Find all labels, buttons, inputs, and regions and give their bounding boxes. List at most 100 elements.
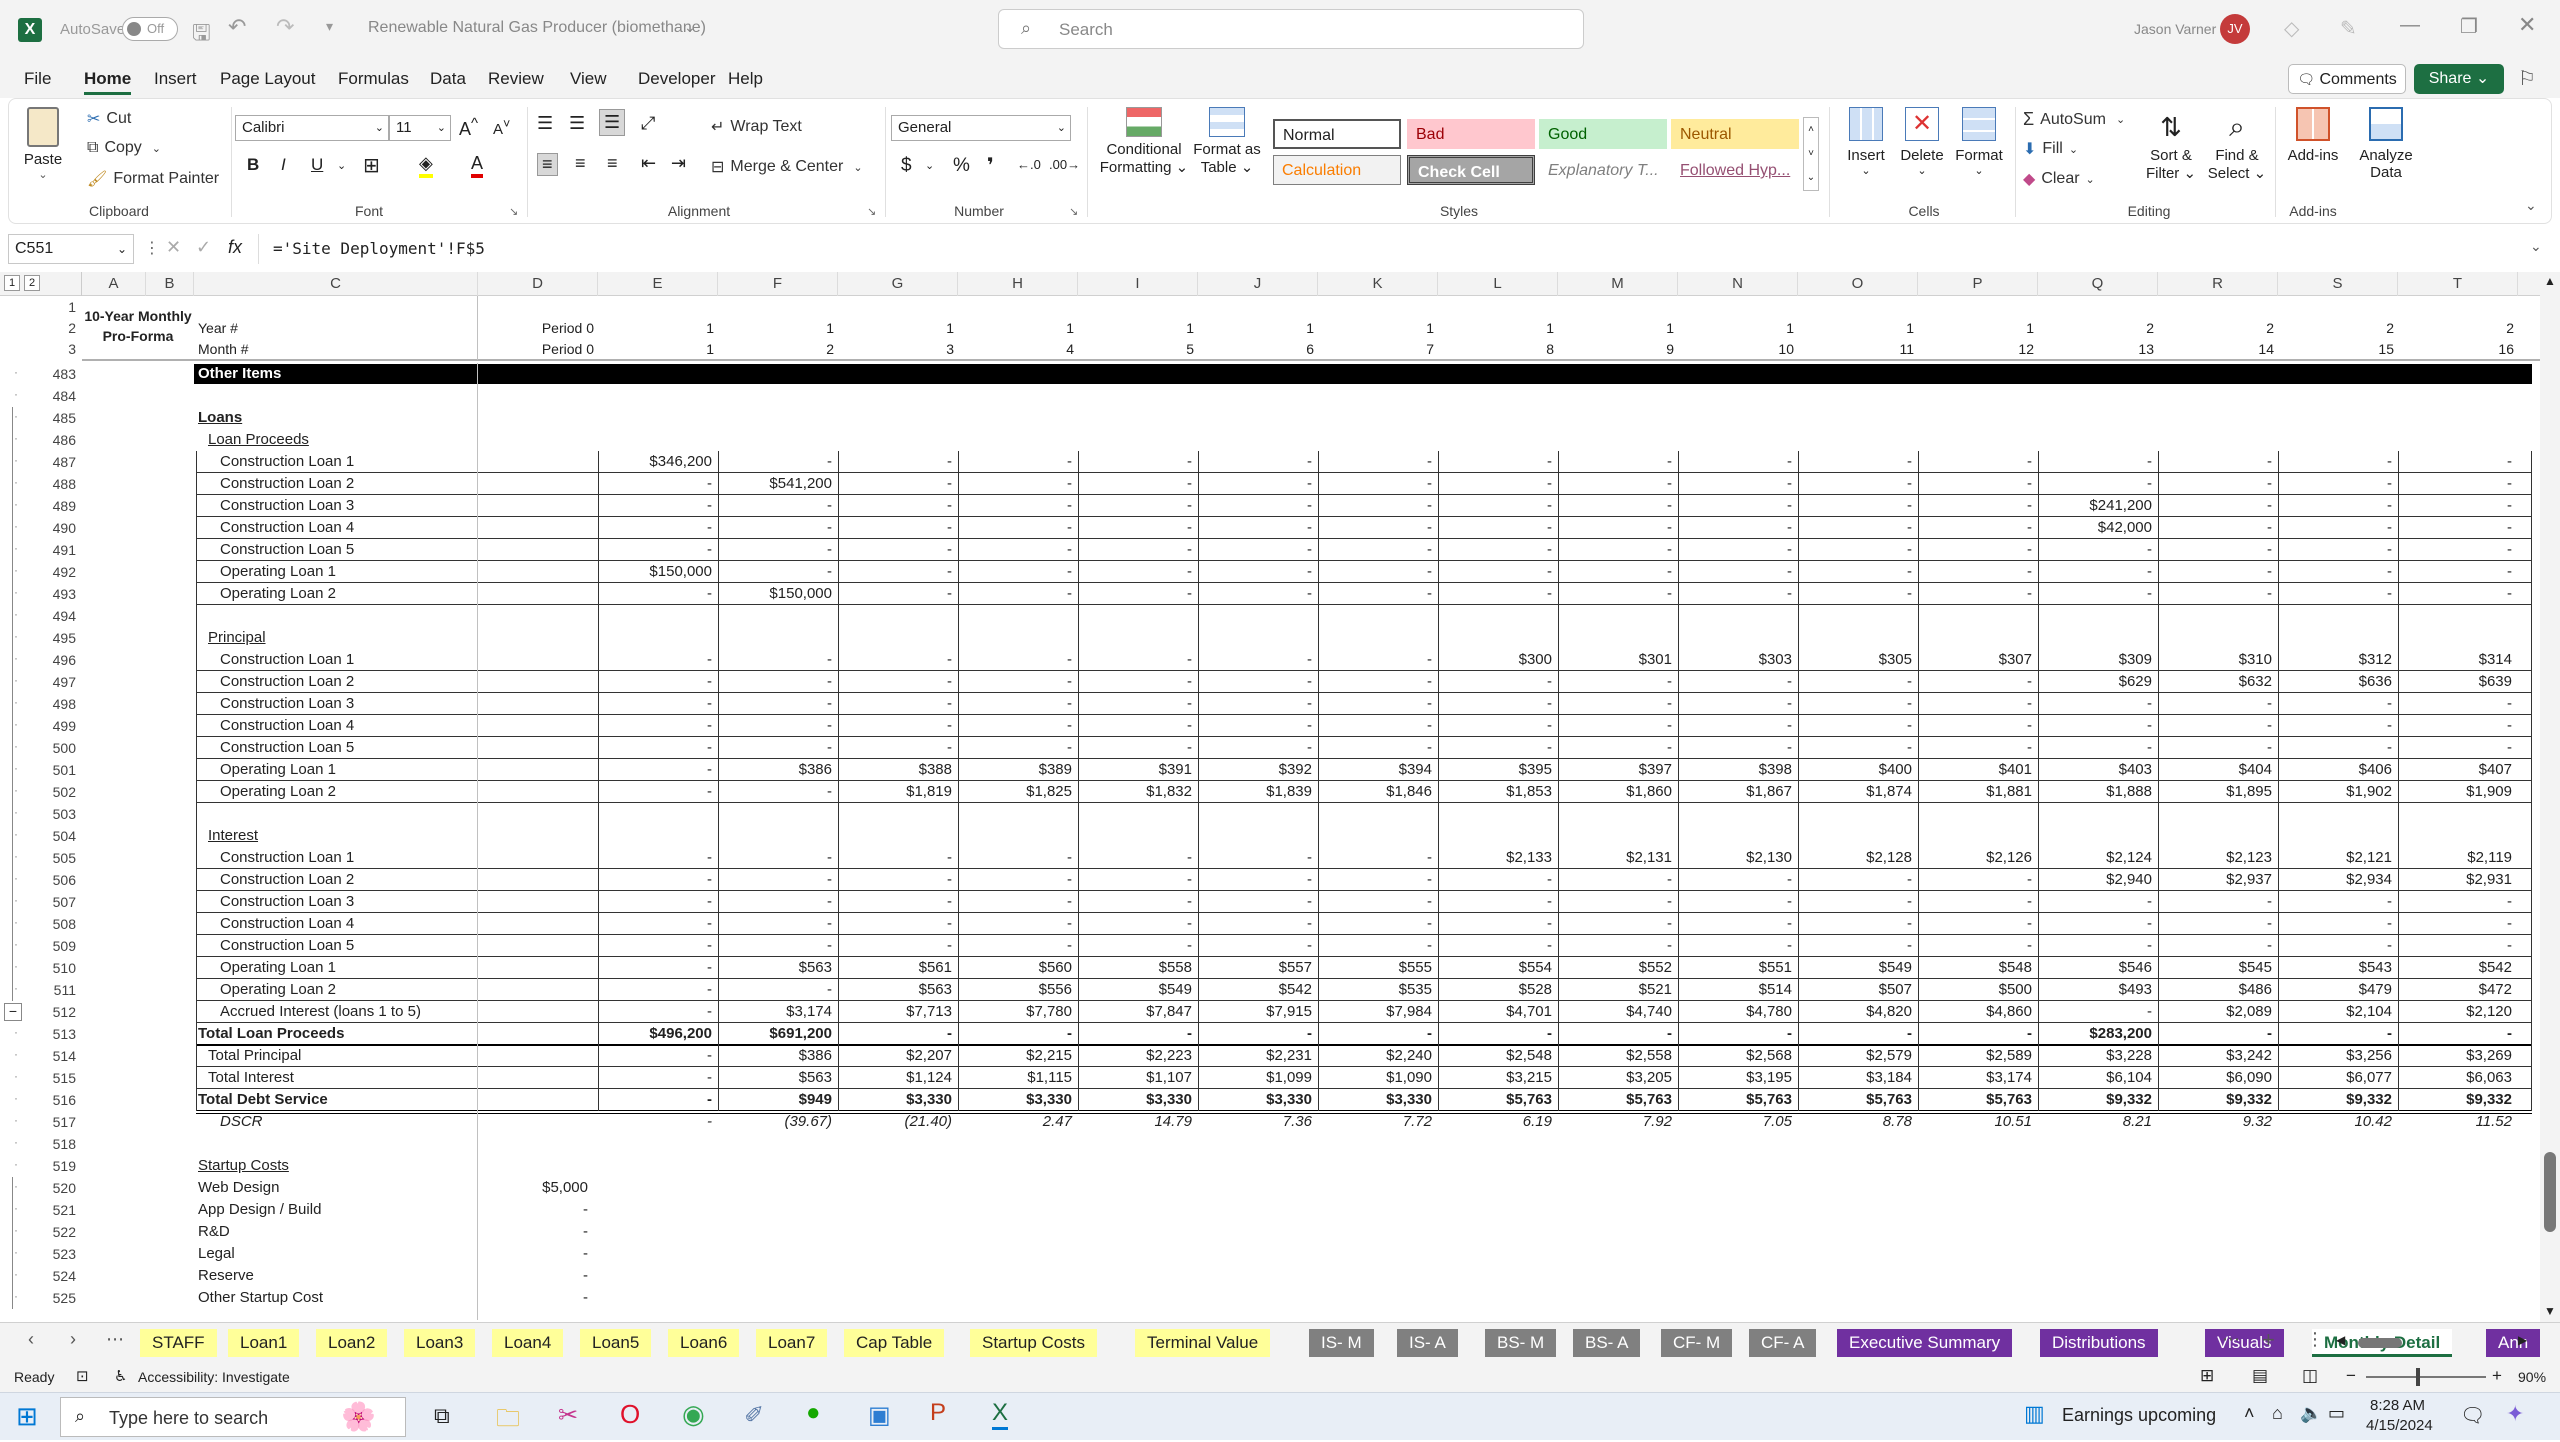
value-cell[interactable]: $629 <box>2038 671 2158 693</box>
value-cell[interactable]: 10.42 <box>2278 1111 2398 1133</box>
copilot-icon[interactable]: ✦ <box>2506 1401 2524 1427</box>
restore-icon[interactable]: ❐ <box>2460 14 2478 39</box>
line-item-label[interactable]: Construction Loan 3 <box>220 693 354 715</box>
earnings-text[interactable]: Earnings upcoming <box>2062 1405 2216 1426</box>
value-cell[interactable]: - <box>1918 693 2038 715</box>
value-cell[interactable]: $479 <box>2278 979 2398 1001</box>
value-cell[interactable]: $3,330 <box>838 1089 958 1111</box>
value-cell[interactable]: - <box>1678 495 1798 517</box>
value-cell[interactable]: - <box>838 913 958 935</box>
autosave-toggle[interactable]: Off <box>122 17 178 41</box>
orientation-icon[interactable]: ⤢ <box>641 113 655 134</box>
tray-chevron-icon[interactable]: ˄ <box>2244 1403 2255 1424</box>
value-cell[interactable]: $543 <box>2278 957 2398 979</box>
value-cell[interactable]: - <box>958 693 1078 715</box>
value-cell[interactable]: - <box>1798 539 1918 561</box>
value-cell[interactable]: - <box>598 517 718 539</box>
value-cell[interactable]: $2,931 <box>2398 869 2518 891</box>
line-item-label[interactable]: Operating Loan 2 <box>220 979 336 1001</box>
cancel-icon[interactable]: ✕ <box>166 237 181 258</box>
conditional-formatting-button[interactable]: Conditional Formatting ⌄ <box>1099 107 1189 176</box>
value-cell[interactable]: - <box>2158 583 2278 605</box>
line-item-label[interactable]: DSCR <box>220 1111 263 1133</box>
bold-icon[interactable]: B <box>247 155 259 175</box>
sheet-tab-executive-summary[interactable]: Executive Summary <box>1837 1329 2013 1357</box>
value-cell[interactable]: - <box>1558 671 1678 693</box>
line-item-label[interactable]: Operating Loan 2 <box>220 583 336 605</box>
value-cell[interactable]: $1,839 <box>1198 781 1318 803</box>
value-cell[interactable]: - <box>1318 891 1438 913</box>
row-number[interactable]: 522 <box>40 1221 82 1243</box>
value-cell[interactable]: $1,867 <box>1678 781 1798 803</box>
fill-color-icon[interactable]: ◈ <box>419 153 433 178</box>
value-cell[interactable]: - <box>2038 737 2158 759</box>
value-cell[interactable]: $1,124 <box>838 1067 958 1089</box>
column-header-j[interactable]: J <box>1198 272 1318 296</box>
value-cell[interactable]: - <box>838 671 958 693</box>
line-item-label[interactable]: Total Loan Proceeds <box>198 1023 344 1045</box>
value-cell[interactable]: - <box>2158 715 2278 737</box>
value-cell[interactable]: 7.92 <box>1558 1111 1678 1133</box>
autosum-button[interactable]: Σ AutoSum ⌄ <box>2023 109 2125 130</box>
line-item-value[interactable]: - <box>478 1221 594 1243</box>
value-cell[interactable]: $3,330 <box>1318 1089 1438 1111</box>
value-cell[interactable]: - <box>718 539 838 561</box>
zoom-in-icon[interactable]: + <box>2492 1366 2502 1386</box>
value-cell[interactable]: - <box>1198 649 1318 671</box>
value-cell[interactable]: - <box>1438 715 1558 737</box>
menu-data[interactable]: Data <box>430 69 466 89</box>
value-cell[interactable]: $1,895 <box>2158 781 2278 803</box>
column-header-k[interactable]: K <box>1318 272 1438 296</box>
value-cell[interactable]: $2,126 <box>1918 847 2038 869</box>
value-cell[interactable]: - <box>2398 495 2518 517</box>
value-cell[interactable]: - <box>718 693 838 715</box>
value-cell[interactable]: - <box>718 517 838 539</box>
value-cell[interactable]: - <box>1558 935 1678 957</box>
value-cell[interactable]: $3,184 <box>1798 1067 1918 1089</box>
value-cell[interactable]: $2,231 <box>1198 1045 1318 1067</box>
value-cell[interactable]: - <box>2038 561 2158 583</box>
value-cell[interactable]: $632 <box>2158 671 2278 693</box>
sheet-tab-loan7[interactable]: Loan7 <box>756 1329 828 1357</box>
value-cell[interactable]: - <box>1198 495 1318 517</box>
value-cell[interactable]: - <box>2278 715 2398 737</box>
row-number[interactable]: 505 <box>40 847 82 869</box>
line-item-label[interactable]: Construction Loan 5 <box>220 935 354 957</box>
value-cell[interactable]: - <box>2158 913 2278 935</box>
value-cell[interactable]: - <box>1558 913 1678 935</box>
value-cell[interactable]: - <box>1678 473 1798 495</box>
value-cell[interactable]: - <box>1438 1023 1558 1045</box>
style-check-cell[interactable]: Check Cell <box>1407 155 1535 185</box>
value-cell[interactable]: $2,568 <box>1678 1045 1798 1067</box>
find-select-button[interactable]: ⌕ Find & Select ⌄ <box>2205 107 2269 182</box>
outline-level-2[interactable]: 2 <box>24 275 40 291</box>
menu-file[interactable]: File <box>24 69 51 89</box>
hscroll-left-icon[interactable]: ◀ <box>2336 1333 2345 1347</box>
value-cell[interactable]: - <box>958 473 1078 495</box>
value-cell[interactable]: $1,115 <box>958 1067 1078 1089</box>
pen-icon[interactable]: ✎ <box>2340 16 2357 41</box>
column-header-n[interactable]: N <box>1678 272 1798 296</box>
value-cell[interactable]: $3,205 <box>1558 1067 1678 1089</box>
row-number[interactable]: 485 <box>40 407 82 429</box>
line-item-label[interactable]: Construction Loan 2 <box>220 671 354 693</box>
customize-qat-icon[interactable]: ▾ <box>326 18 333 35</box>
value-cell[interactable]: $507 <box>1798 979 1918 1001</box>
value-cell[interactable]: - <box>1078 935 1198 957</box>
value-cell[interactable]: - <box>2038 935 2158 957</box>
value-cell[interactable]: - <box>838 1023 958 1045</box>
value-cell[interactable]: $5,763 <box>1438 1089 1558 1111</box>
value-cell[interactable]: $2,579 <box>1798 1045 1918 1067</box>
value-cell[interactable]: $560 <box>958 957 1078 979</box>
row-number[interactable]: 490 <box>40 517 82 539</box>
outline-collapse-button[interactable]: − <box>4 1003 22 1021</box>
value-cell[interactable]: $1,909 <box>2398 781 2518 803</box>
value-cell[interactable]: - <box>1678 517 1798 539</box>
value-cell[interactable]: $395 <box>1438 759 1558 781</box>
value-cell[interactable]: - <box>1078 737 1198 759</box>
value-cell[interactable]: $1,881 <box>1918 781 2038 803</box>
row-number[interactable]: 518 <box>40 1133 82 1155</box>
value-cell[interactable]: $391 <box>1078 759 1198 781</box>
number-format-select[interactable]: General ⌄ <box>891 115 1071 141</box>
value-cell[interactable]: - <box>2398 451 2518 473</box>
